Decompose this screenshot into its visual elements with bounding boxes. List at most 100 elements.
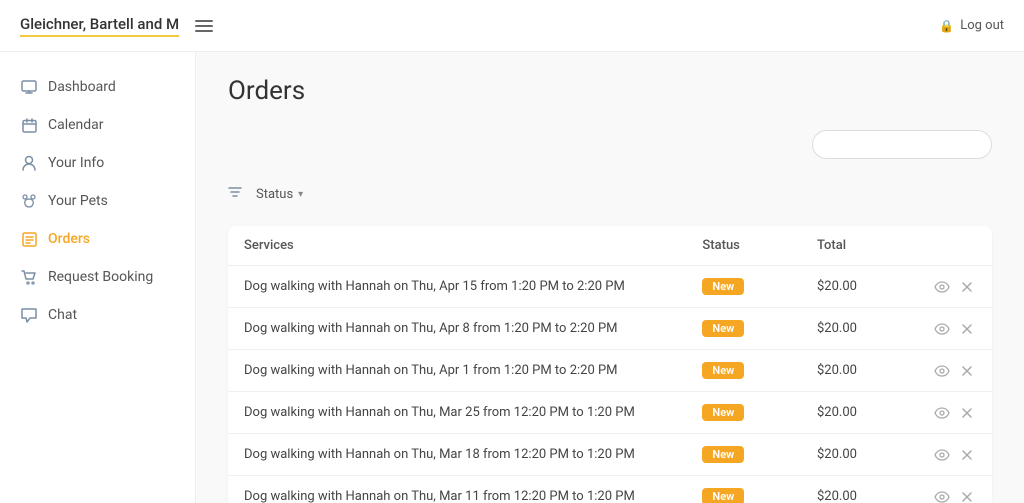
- actions-cell: [893, 476, 992, 503]
- sidebar-item-orders[interactable]: Orders: [0, 220, 195, 258]
- logout-label: Log out: [960, 18, 1004, 33]
- service-cell: Dog walking with Hannah on Thu, Apr 1 fr…: [228, 350, 686, 392]
- status-badge: New: [702, 362, 744, 379]
- sidebar-item-your-info[interactable]: Your Info: [0, 144, 195, 182]
- sidebar-item-orders-label: Orders: [48, 231, 90, 247]
- total-cell: $20.00: [801, 266, 893, 308]
- table-row: Dog walking with Hannah on Thu, Apr 8 fr…: [228, 308, 992, 350]
- menu-icon[interactable]: [195, 20, 213, 32]
- eye-icon: [934, 449, 950, 461]
- search-bar-row: [228, 130, 992, 159]
- close-icon: [962, 408, 972, 418]
- view-button[interactable]: [930, 363, 954, 379]
- sidebar-item-request-booking-label: Request Booking: [48, 269, 153, 285]
- view-button[interactable]: [930, 321, 954, 337]
- actions-cell: [893, 308, 992, 350]
- sidebar-item-your-pets[interactable]: Your Pets: [0, 182, 195, 220]
- table-row: Dog walking with Hannah on Thu, Mar 25 f…: [228, 392, 992, 434]
- table-row: Dog walking with Hannah on Thu, Mar 18 f…: [228, 434, 992, 476]
- content-area: Orders Status ▾ Services: [196, 52, 1024, 503]
- calendar-icon: [20, 116, 38, 134]
- app-layout: Gleichner, Bartell and M 🔒 Log out Dashb…: [0, 0, 1024, 503]
- view-button[interactable]: [930, 405, 954, 421]
- close-button[interactable]: [958, 322, 976, 336]
- search-input[interactable]: [812, 130, 992, 159]
- table-row: Dog walking with Hannah on Thu, Apr 15 f…: [228, 266, 992, 308]
- sidebar-item-calendar[interactable]: Calendar: [0, 106, 195, 144]
- status-badge: New: [702, 404, 744, 421]
- orders-table: Services Status Total Dog walking with H…: [228, 226, 992, 503]
- close-icon: [962, 492, 972, 502]
- actions-cell: [893, 266, 992, 308]
- orders-icon: [20, 230, 38, 248]
- chevron-down-icon: ▾: [298, 189, 303, 200]
- sidebar-item-request-booking[interactable]: Request Booking: [0, 258, 195, 296]
- user-icon: [20, 154, 38, 172]
- status-badge: New: [702, 446, 744, 463]
- close-icon: [962, 282, 972, 292]
- service-cell: Dog walking with Hannah on Thu, Mar 11 f…: [228, 476, 686, 503]
- col-services: Services: [228, 226, 686, 266]
- status-cell: New: [686, 392, 801, 434]
- total-cell: $20.00: [801, 434, 893, 476]
- service-cell: Dog walking with Hannah on Thu, Mar 18 f…: [228, 434, 686, 476]
- status-cell: New: [686, 266, 801, 308]
- monitor-icon: [20, 78, 38, 96]
- status-badge: New: [702, 278, 744, 295]
- topbar: Gleichner, Bartell and M 🔒 Log out: [0, 0, 1024, 52]
- topbar-left: Gleichner, Bartell and M: [20, 15, 213, 37]
- actions-cell: [893, 434, 992, 476]
- total-cell: $20.00: [801, 392, 893, 434]
- close-icon: [962, 450, 972, 460]
- total-cell: $20.00: [801, 476, 893, 503]
- status-cell: New: [686, 308, 801, 350]
- sidebar-item-dashboard-label: Dashboard: [48, 79, 116, 95]
- view-button[interactable]: [930, 489, 954, 503]
- close-button[interactable]: [958, 448, 976, 462]
- status-badge: New: [702, 320, 744, 337]
- service-cell: Dog walking with Hannah on Thu, Apr 8 fr…: [228, 308, 686, 350]
- main-body: Dashboard Calendar Your: [0, 52, 1024, 503]
- close-icon: [962, 366, 972, 376]
- eye-icon: [934, 491, 950, 503]
- sidebar-item-calendar-label: Calendar: [48, 117, 104, 133]
- filter-icon: [228, 187, 242, 202]
- view-button[interactable]: [930, 279, 954, 295]
- close-button[interactable]: [958, 364, 976, 378]
- col-actions: [893, 226, 992, 266]
- close-button[interactable]: [958, 280, 976, 294]
- chat-icon: [20, 306, 38, 324]
- lock-icon: 🔒: [939, 19, 954, 33]
- company-name: Gleichner, Bartell and M: [20, 15, 179, 37]
- service-cell: Dog walking with Hannah on Thu, Apr 15 f…: [228, 266, 686, 308]
- close-button[interactable]: [958, 406, 976, 420]
- eye-icon: [934, 365, 950, 377]
- col-status: Status: [686, 226, 801, 266]
- table-row: Dog walking with Hannah on Thu, Mar 11 f…: [228, 476, 992, 503]
- filter-row: Status ▾: [228, 175, 992, 214]
- cart-icon: [20, 268, 38, 286]
- status-cell: New: [686, 476, 801, 503]
- actions-cell: [893, 392, 992, 434]
- sidebar-item-dashboard[interactable]: Dashboard: [0, 68, 195, 106]
- close-button[interactable]: [958, 490, 976, 503]
- status-cell: New: [686, 434, 801, 476]
- total-cell: $20.00: [801, 350, 893, 392]
- close-icon: [962, 324, 972, 334]
- pets-icon: [20, 192, 38, 210]
- sidebar: Dashboard Calendar Your: [0, 52, 196, 503]
- eye-icon: [934, 407, 950, 419]
- sidebar-item-chat[interactable]: Chat: [0, 296, 195, 334]
- actions-cell: [893, 350, 992, 392]
- sidebar-item-your-info-label: Your Info: [48, 155, 104, 171]
- logout-button[interactable]: 🔒 Log out: [939, 18, 1004, 33]
- view-button[interactable]: [930, 447, 954, 463]
- status-cell: New: [686, 350, 801, 392]
- total-cell: $20.00: [801, 308, 893, 350]
- service-cell: Dog walking with Hannah on Thu, Mar 25 f…: [228, 392, 686, 434]
- eye-icon: [934, 281, 950, 293]
- status-filter-button[interactable]: Status ▾: [248, 183, 311, 206]
- status-filter-label: Status: [256, 187, 293, 202]
- table-row: Dog walking with Hannah on Thu, Apr 1 fr…: [228, 350, 992, 392]
- sidebar-item-chat-label: Chat: [48, 307, 77, 323]
